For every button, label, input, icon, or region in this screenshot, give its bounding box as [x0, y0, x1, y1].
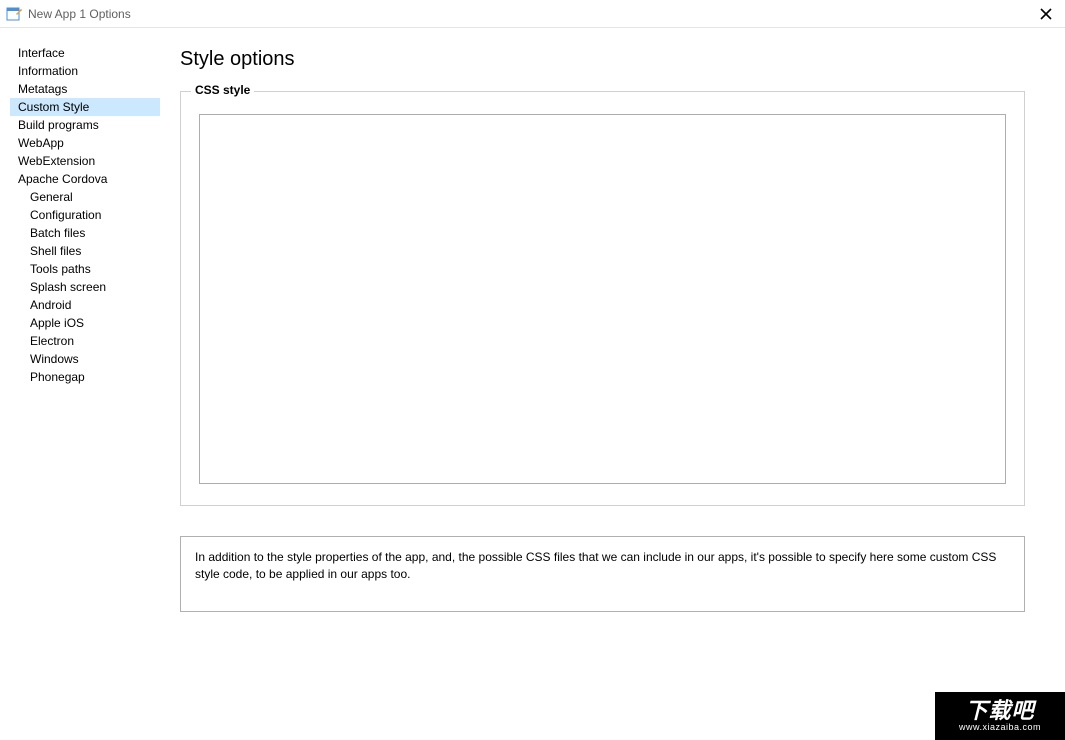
content-area: InterfaceInformationMetatagsCustom Style…	[0, 28, 1065, 740]
titlebar: New App 1 Options	[0, 0, 1065, 28]
sidebar-item-webextension[interactable]: WebExtension	[10, 152, 160, 170]
sidebar-item-configuration[interactable]: Configuration	[10, 206, 160, 224]
sidebar: InterfaceInformationMetatagsCustom Style…	[10, 38, 160, 730]
sidebar-item-webapp[interactable]: WebApp	[10, 134, 160, 152]
main-panel: Style options CSS style In addition to t…	[160, 38, 1055, 730]
sidebar-item-shell-files[interactable]: Shell files	[10, 242, 160, 260]
sidebar-item-batch-files[interactable]: Batch files	[10, 224, 160, 242]
sidebar-item-interface[interactable]: Interface	[10, 44, 160, 62]
sidebar-item-custom-style[interactable]: Custom Style	[10, 98, 160, 116]
sidebar-item-electron[interactable]: Electron	[10, 332, 160, 350]
close-button[interactable]	[1031, 0, 1061, 28]
css-style-fieldset: CSS style	[180, 91, 1025, 506]
window-title: New App 1 Options	[28, 7, 131, 21]
help-text-box: In addition to the style properties of t…	[180, 536, 1025, 612]
sidebar-item-general[interactable]: General	[10, 188, 160, 206]
page-title: Style options	[180, 48, 1035, 71]
sidebar-item-information[interactable]: Information	[10, 62, 160, 80]
sidebar-item-windows[interactable]: Windows	[10, 350, 160, 368]
sidebar-item-splash-screen[interactable]: Splash screen	[10, 278, 160, 296]
sidebar-item-tools-paths[interactable]: Tools paths	[10, 260, 160, 278]
app-icon	[6, 6, 22, 22]
sidebar-item-build-programs[interactable]: Build programs	[10, 116, 160, 134]
help-text: In addition to the style properties of t…	[195, 550, 996, 581]
sidebar-item-metatags[interactable]: Metatags	[10, 80, 160, 98]
fieldset-legend: CSS style	[191, 83, 254, 97]
css-style-textarea[interactable]	[199, 114, 1006, 484]
sidebar-item-apache-cordova[interactable]: Apache Cordova	[10, 170, 160, 188]
sidebar-item-phonegap[interactable]: Phonegap	[10, 368, 160, 386]
sidebar-item-apple-ios[interactable]: Apple iOS	[10, 314, 160, 332]
sidebar-item-android[interactable]: Android	[10, 296, 160, 314]
